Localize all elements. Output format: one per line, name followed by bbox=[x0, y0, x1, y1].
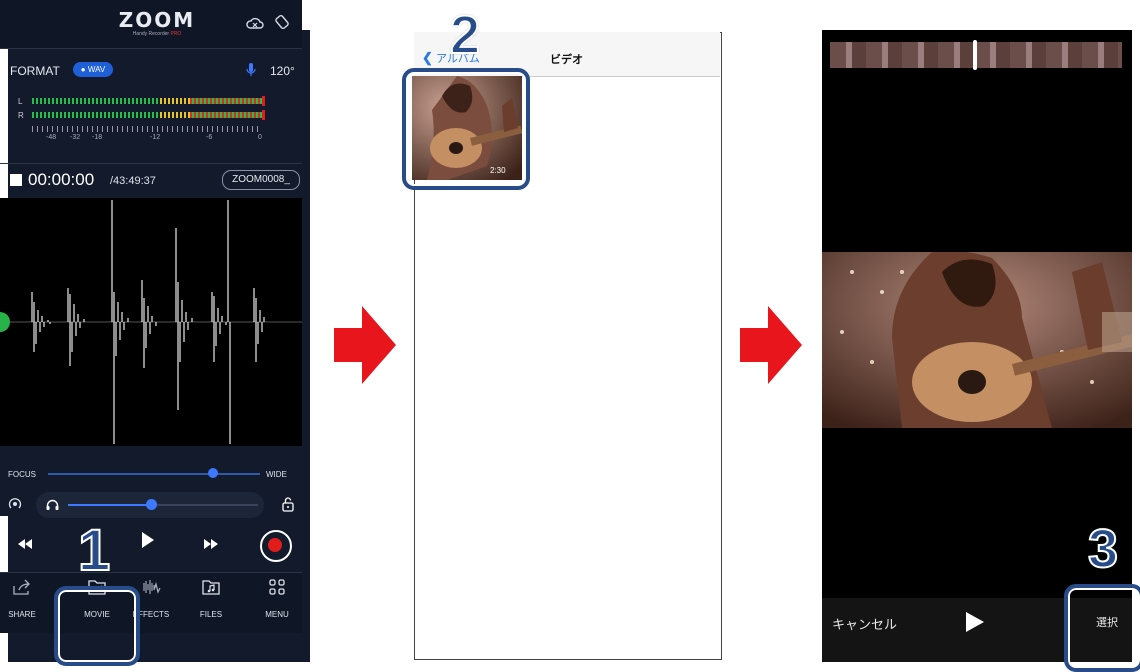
tab-menu[interactable]: MENU bbox=[252, 578, 302, 619]
peak-indicator-left bbox=[262, 96, 265, 106]
meter-channel-left: L bbox=[18, 97, 23, 106]
format-label: FORMAT bbox=[10, 64, 60, 78]
focus-label: FOCUS bbox=[8, 470, 36, 479]
playhead-handle[interactable] bbox=[973, 40, 977, 70]
meter-scale-ticks bbox=[32, 126, 262, 132]
logo-subtitle: Handy Recorder bbox=[132, 31, 170, 37]
meter-scale-label: -18 bbox=[92, 134, 103, 141]
callout-box-select bbox=[1064, 584, 1140, 672]
monitor-icon[interactable] bbox=[8, 497, 22, 516]
rewind-icon[interactable] bbox=[18, 536, 32, 552]
elapsed-time: 00:00:00 bbox=[28, 170, 95, 189]
meter-scale-label: -6 bbox=[206, 134, 213, 141]
picker-title: ビデオ bbox=[550, 54, 583, 66]
format-toggle[interactable]: ● WAV bbox=[73, 62, 113, 77]
share-icon bbox=[0, 578, 47, 600]
callout-number-2: 2 bbox=[449, 5, 481, 65]
logo-subtitle-accent: PRO bbox=[170, 31, 182, 37]
meter-red-right bbox=[190, 112, 262, 118]
meter-scale-label: -48 bbox=[46, 134, 57, 141]
wide-label: WIDE bbox=[266, 470, 287, 479]
callout-number-1: 1 bbox=[77, 518, 111, 583]
unlock-icon[interactable] bbox=[282, 497, 294, 517]
tab-share[interactable]: SHARE bbox=[0, 578, 47, 619]
meter-scale-label: -32 bbox=[70, 134, 81, 141]
fast-forward-icon[interactable] bbox=[204, 536, 218, 554]
volume-slider-handle[interactable] bbox=[146, 499, 157, 510]
logo-text: ZOOM bbox=[118, 8, 196, 32]
stop-icon[interactable] bbox=[10, 174, 22, 186]
play-icon[interactable] bbox=[142, 532, 154, 553]
rotation-lock-icon[interactable] bbox=[274, 14, 290, 35]
focus-slider-track[interactable] bbox=[48, 473, 260, 475]
waveform-display[interactable] bbox=[0, 198, 302, 446]
callout-number-3: 3 bbox=[1087, 519, 1119, 579]
headphones-icon bbox=[46, 498, 59, 516]
tab-label: MENU bbox=[265, 610, 289, 619]
next-step-arrow bbox=[334, 306, 396, 389]
video-preview[interactable] bbox=[822, 252, 1132, 428]
meter-scale-label: -12 bbox=[150, 134, 161, 141]
peak-indicator-right bbox=[262, 110, 265, 120]
next-step-arrow bbox=[740, 306, 802, 389]
tab-label: FILES bbox=[199, 610, 223, 619]
callout-box-movie bbox=[54, 586, 140, 666]
menu-grid-icon bbox=[252, 578, 302, 600]
focus-slider-handle[interactable] bbox=[208, 468, 218, 478]
meter-channel-right: R bbox=[18, 111, 24, 120]
folder-music-icon bbox=[186, 578, 236, 600]
meter-red-left bbox=[190, 98, 262, 104]
file-name-button[interactable]: ZOOM0008_ bbox=[222, 170, 300, 190]
record-icon bbox=[268, 538, 282, 552]
callout-box-thumbnail bbox=[402, 68, 530, 190]
input-angle-value: 120° bbox=[270, 64, 295, 78]
mic-icon[interactable] bbox=[246, 63, 256, 80]
tab-files[interactable]: FILES bbox=[186, 578, 236, 619]
volume-slider-fill bbox=[68, 504, 152, 506]
play-icon[interactable] bbox=[966, 612, 984, 632]
meter-yellow-left bbox=[160, 98, 190, 104]
meter-yellow-right bbox=[160, 112, 190, 118]
cloud-icon[interactable] bbox=[246, 16, 264, 35]
meter-scale-label: 0 bbox=[258, 134, 262, 141]
app-logo: ZOOM Handy Recorder PRO bbox=[112, 10, 202, 44]
cancel-button[interactable]: キャンセル bbox=[832, 614, 897, 633]
chevron-left-icon: ❮ bbox=[422, 50, 433, 65]
remaining-time: /43:49:37 bbox=[110, 175, 156, 187]
tab-label: SHARE bbox=[8, 610, 36, 619]
